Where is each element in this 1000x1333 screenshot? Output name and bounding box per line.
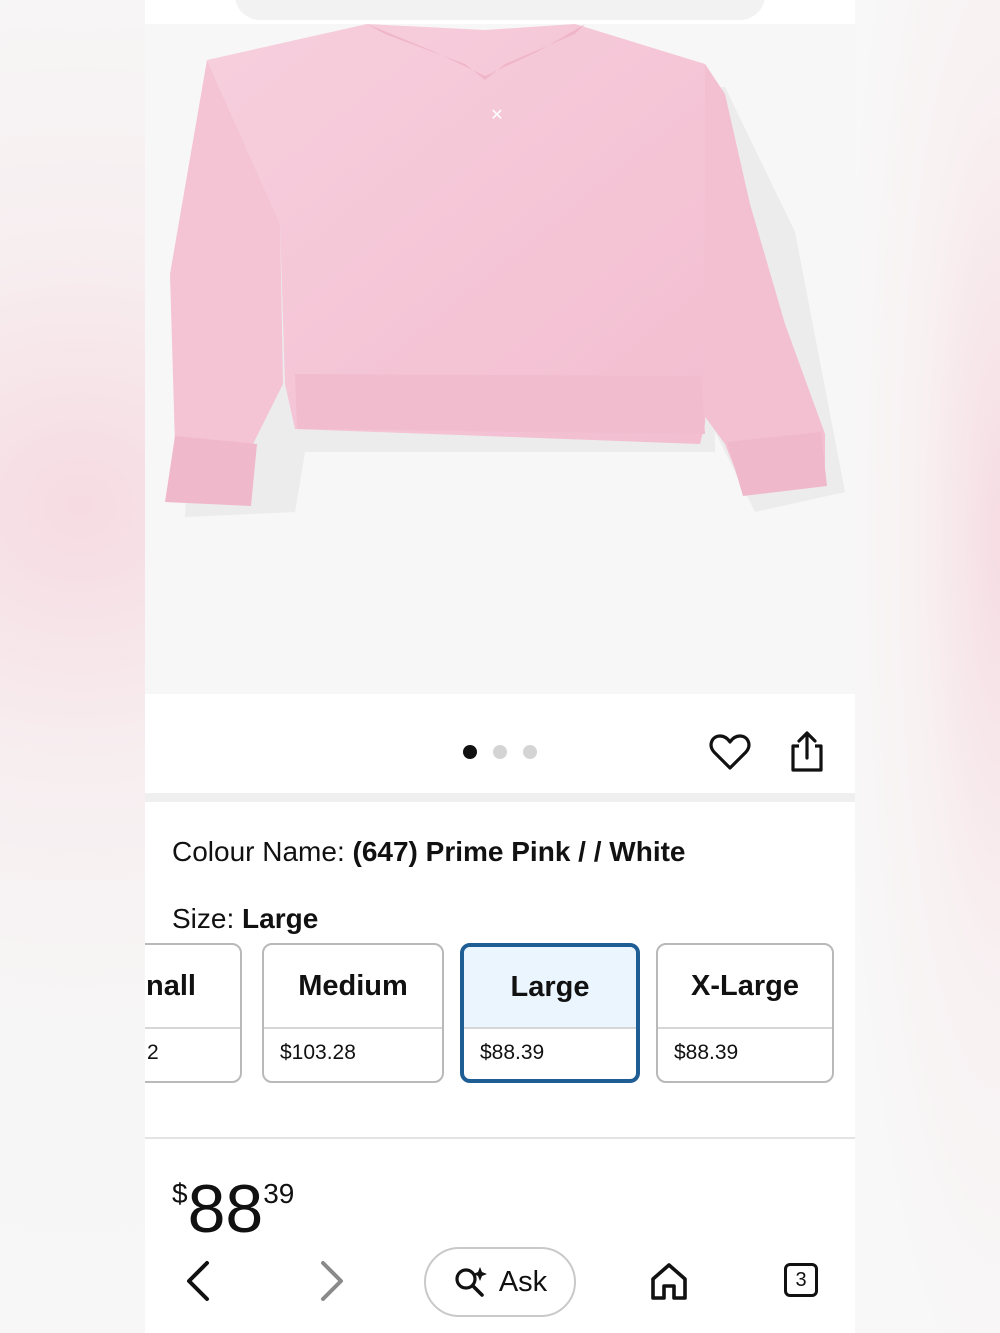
size-row: Size: Large	[172, 903, 318, 935]
tabs-count-icon[interactable]: 3	[784, 1263, 818, 1297]
background-glow	[855, 0, 1000, 1333]
svg-text:✕: ✕	[490, 105, 503, 124]
product-image[interactable]: ✕	[145, 24, 855, 694]
size-option-price: 2	[147, 1041, 159, 1064]
gallery-dot[interactable]	[493, 745, 507, 759]
price-currency: $	[172, 1178, 188, 1209]
hoodie-image: ✕	[165, 24, 845, 517]
ask-search-sparkle-icon	[455, 1267, 487, 1297]
size-option-name: X-Large	[658, 945, 832, 1029]
gallery-dot[interactable]	[523, 745, 537, 759]
size-option-price: $103.28	[280, 1041, 356, 1064]
colour-label: Colour Name:	[172, 836, 353, 867]
colour-value: (647) Prime Pink / / White	[352, 836, 686, 867]
size-option-small[interactable]: nall 2	[145, 943, 242, 1083]
address-bar[interactable]	[235, 0, 765, 20]
price-fraction: 39	[263, 1178, 295, 1209]
share-icon[interactable]	[785, 730, 829, 774]
gallery-dot-active[interactable]	[463, 745, 477, 759]
heart-icon[interactable]	[708, 730, 752, 774]
home-icon[interactable]	[645, 1257, 693, 1305]
size-option-price: $88.39	[674, 1041, 739, 1064]
product-page: ✕ Colour Name: (647) Prime Pink / / Whit…	[145, 0, 855, 1333]
price-whole: 88	[187, 1171, 264, 1247]
bottom-navigation: Ask 3	[145, 1237, 855, 1333]
section-divider	[145, 793, 855, 802]
size-option-price: $88.39	[480, 1041, 545, 1064]
ask-button[interactable]: Ask	[424, 1247, 576, 1317]
back-chevron-icon[interactable]	[175, 1257, 223, 1305]
forward-chevron-icon[interactable]	[307, 1257, 355, 1305]
colour-name-row: Colour Name: (647) Prime Pink / / White	[172, 836, 686, 868]
size-value: Large	[242, 903, 319, 934]
gallery-controls	[145, 694, 855, 794]
section-divider	[145, 1137, 855, 1139]
size-label: Size:	[172, 903, 243, 934]
size-option-name: Large	[464, 947, 636, 1029]
size-option-x-large[interactable]: X-Large $88.39	[656, 943, 834, 1083]
size-option-name: Medium	[264, 945, 442, 1029]
size-option-large[interactable]: Large $88.39	[460, 943, 640, 1083]
ask-label: Ask	[498, 1265, 548, 1298]
size-option-name: nall	[145, 945, 240, 1029]
size-option-medium[interactable]: Medium $103.28	[262, 943, 444, 1083]
